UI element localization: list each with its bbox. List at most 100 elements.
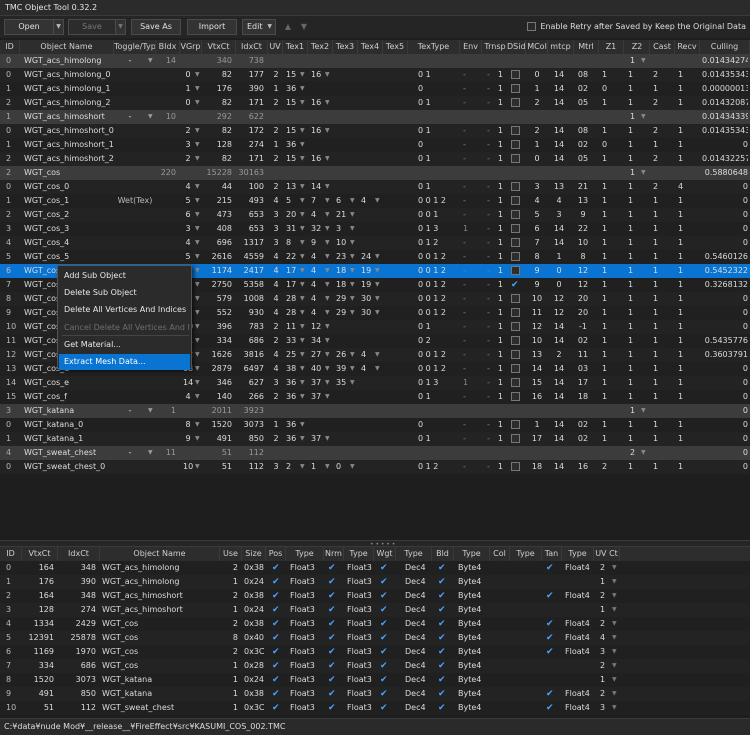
tex-type[interactable]: 0 xyxy=(418,138,458,152)
tex-type[interactable]: 0 xyxy=(418,82,458,96)
vgrp-value[interactable]: 8 xyxy=(183,418,193,432)
chevron-down-icon[interactable]: ▼ xyxy=(325,222,331,236)
mtrl-value[interactable]: 02 xyxy=(576,432,590,446)
z2-value[interactable]: 1 xyxy=(628,194,636,208)
table-row[interactable]: 0 WGT_acs_himoshort_0 2 ▼ 82 172 2 15 ▼ 16 ▼ 0 1--1… xyxy=(0,124,750,138)
texture-index[interactable]: 16 xyxy=(311,96,325,110)
z1-value[interactable]: 2 xyxy=(602,460,610,474)
toggle-type[interactable]: Wet(Tex) xyxy=(114,194,156,208)
chevron-down-icon[interactable]: ▼ xyxy=(300,194,306,208)
z1-value[interactable]: 1 xyxy=(602,152,610,166)
mcol-value[interactable]: 0 xyxy=(530,152,544,166)
wgt-check[interactable]: ✔ xyxy=(380,561,390,575)
column-header[interactable]: Tex4 xyxy=(358,40,383,54)
context-menu-item[interactable]: Delete Sub Object xyxy=(59,285,190,301)
chevron-down-icon[interactable]: ▼ xyxy=(325,292,331,306)
chevron-down-icon[interactable]: ▼ xyxy=(612,603,620,617)
z1-value[interactable]: 1 xyxy=(602,320,610,334)
recv-value[interactable]: 4 xyxy=(678,180,686,194)
recv-value[interactable]: 1 xyxy=(678,278,686,292)
z1-value[interactable]: 1 xyxy=(602,96,610,110)
z2-value[interactable]: 1 xyxy=(628,82,636,96)
tex-type[interactable]: 0 1 xyxy=(418,68,458,82)
cast-value[interactable]: 1 xyxy=(653,390,661,404)
mtrl-value[interactable]: 02 xyxy=(576,418,590,432)
vgrp-value[interactable]: 5 xyxy=(183,194,193,208)
bld-check[interactable]: ✔ xyxy=(438,701,448,715)
env-value[interactable]: - xyxy=(463,432,473,446)
chevron-down-icon[interactable]: ▼ xyxy=(612,631,620,645)
column-header[interactable]: Type xyxy=(344,547,374,561)
pos-check[interactable]: ✔ xyxy=(272,645,282,659)
mtcp-value[interactable]: 14 xyxy=(552,96,566,110)
env-value[interactable]: - xyxy=(463,278,473,292)
texture-index[interactable]: 34 xyxy=(311,334,325,348)
chevron-down-icon[interactable]: ▼ xyxy=(195,194,201,208)
mcol-value[interactable]: 1 xyxy=(530,418,544,432)
chevron-down-icon[interactable]: ▼ xyxy=(300,362,306,376)
vgrp-value[interactable]: 0 xyxy=(183,68,193,82)
mtrl-value[interactable]: 11 xyxy=(576,348,590,362)
mtrl-value[interactable]: 08 xyxy=(576,124,590,138)
column-header[interactable]: Tex2 xyxy=(308,40,333,54)
object-name[interactable]: WGT_cos_0 xyxy=(24,180,114,194)
table-row[interactable]: 1 WGT_cos_1 Wet(Tex) 5 ▼ 215 493 4 5 ▼ 7 ▼ 6 ▼ 4 ▼ 0 0 1… xyxy=(0,194,750,208)
chevron-down-icon[interactable]: ▼ xyxy=(195,306,201,320)
mcol-value[interactable]: 14 xyxy=(530,362,544,376)
dsid-checkbox[interactable] xyxy=(511,68,523,82)
tex-type[interactable]: 0 0 1 2 xyxy=(418,250,458,264)
trnsp-value[interactable]: 1 xyxy=(497,306,503,320)
chevron-down-icon[interactable]: ▼ xyxy=(195,138,201,152)
env-value[interactable]: 1 xyxy=(463,376,473,390)
column-header[interactable]: Type xyxy=(396,547,432,561)
wgt-check[interactable]: ✔ xyxy=(380,617,390,631)
env-value[interactable]: - xyxy=(463,292,473,306)
chevron-down-icon[interactable]: ▼ xyxy=(300,180,306,194)
context-menu-item[interactable]: Get Material... xyxy=(59,337,190,353)
toggle-value[interactable]: - xyxy=(120,54,140,68)
texture-index[interactable]: 24 xyxy=(361,250,375,264)
mtcp-value[interactable]: 14 xyxy=(552,376,566,390)
column-header[interactable]: VGrp xyxy=(180,40,202,54)
chevron-down-icon[interactable]: ▼ xyxy=(300,460,306,474)
column-header[interactable]: Type xyxy=(286,547,324,561)
texture-index[interactable]: 18 xyxy=(336,278,350,292)
recv-value[interactable]: 1 xyxy=(678,96,686,110)
z2-value[interactable]: 1 xyxy=(628,292,636,306)
object-name[interactable]: WGT_cos_1 xyxy=(24,194,114,208)
uv-count[interactable]: 3 xyxy=(600,645,608,659)
nrm-check[interactable]: ✔ xyxy=(328,603,338,617)
pos-check[interactable]: ✔ xyxy=(272,687,282,701)
z1-value[interactable]: 1 xyxy=(602,306,610,320)
column-header[interactable]: Object Name xyxy=(20,40,114,54)
z1-value[interactable]: 1 xyxy=(630,54,638,68)
group-row[interactable]: 0 WGT_acs_himolong - ▼ 14 340 738 1 ▼ 0.01434274 xyxy=(0,54,750,68)
z2-value[interactable]: 1 xyxy=(628,418,636,432)
tex-type[interactable]: 0 1 xyxy=(418,180,458,194)
mtrl-value[interactable]: 18 xyxy=(576,390,590,404)
trnsp-value[interactable]: 1 xyxy=(497,376,503,390)
uv-count[interactable]: 1 xyxy=(600,575,608,589)
chevron-down-icon[interactable]: ▼ xyxy=(195,208,201,222)
table-row[interactable]: 4 1334 2429 WGT_cos 2 0x38 ✔ Float3 ✔ Float3 ✔ Dec4… xyxy=(0,617,750,631)
mtcp-value[interactable]: 14 xyxy=(552,390,566,404)
chevron-down-icon[interactable]: ▼ xyxy=(350,348,356,362)
cast-value[interactable]: 1 xyxy=(653,320,661,334)
texture-index[interactable]: 6 xyxy=(336,194,350,208)
pos-check[interactable]: ✔ xyxy=(272,631,282,645)
texture-index[interactable]: 17 xyxy=(286,278,300,292)
vgrp-value[interactable]: 3 xyxy=(183,222,193,236)
dsid-checkbox[interactable] xyxy=(511,96,523,110)
z1-value[interactable]: 0 xyxy=(602,138,610,152)
z1-value[interactable]: 1 xyxy=(602,432,610,446)
trnsp-value[interactable]: 1 xyxy=(497,82,503,96)
tan-check[interactable]: ✔ xyxy=(546,687,556,701)
recv-value[interactable]: 1 xyxy=(678,138,686,152)
mcol-value[interactable]: 6 xyxy=(530,222,544,236)
column-header[interactable]: TexType xyxy=(408,40,460,54)
dsid-checkbox[interactable] xyxy=(511,236,523,250)
recv-value[interactable]: 1 xyxy=(678,418,686,432)
table-row[interactable]: 7 334 686 WGT_cos 1 0x28 ✔ Float3 ✔ Float3 ✔ Dec4 ✔ B… xyxy=(0,659,750,673)
texture-index[interactable]: 4 xyxy=(361,362,375,376)
trnsp-value[interactable]: 1 xyxy=(497,236,503,250)
